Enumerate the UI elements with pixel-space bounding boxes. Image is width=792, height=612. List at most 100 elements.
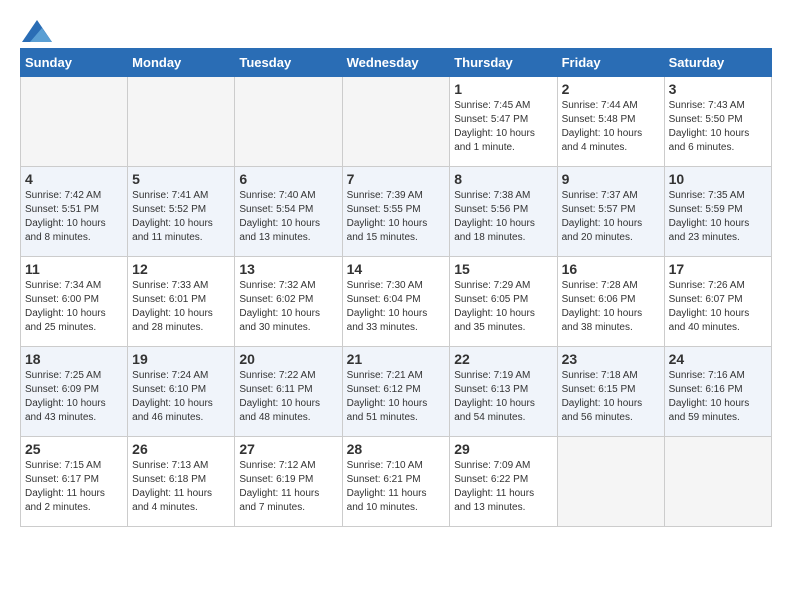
day-number: 29 [454, 441, 552, 457]
day-info: Sunrise: 7:44 AM Sunset: 5:48 PM Dayligh… [562, 99, 660, 155]
calendar-cell: 19 Sunrise: 7:24 AM Sunset: 6:10 PM Dayli… [128, 347, 235, 437]
calendar-cell: 5 Sunrise: 7:41 AM Sunset: 5:52 PM Daylig… [128, 167, 235, 257]
day-info: Sunrise: 7:41 AM Sunset: 5:52 PM Dayligh… [132, 189, 230, 245]
day-number: 19 [132, 351, 230, 367]
day-info: Sunrise: 7:21 AM Sunset: 6:12 PM Dayligh… [347, 369, 446, 425]
day-number: 18 [25, 351, 123, 367]
calendar: SundayMondayTuesdayWednesdayThursdayFrid… [20, 48, 772, 527]
calendar-cell: 8 Sunrise: 7:38 AM Sunset: 5:56 PM Daylig… [450, 167, 557, 257]
day-info: Sunrise: 7:33 AM Sunset: 6:01 PM Dayligh… [132, 279, 230, 335]
calendar-cell: 23Sunrise: 7:18 AM Sunset: 6:15 PM Dayli… [557, 347, 664, 437]
header-thursday: Thursday [450, 49, 557, 77]
calendar-cell: 15 Sunrise: 7:29 AM Sunset: 6:05 PM Dayli… [450, 257, 557, 347]
day-info: Sunrise: 7:34 AM Sunset: 6:00 PM Dayligh… [25, 279, 123, 335]
calendar-cell: 14 Sunrise: 7:30 AM Sunset: 6:04 PM Dayli… [342, 257, 450, 347]
day-number: 13 [239, 261, 337, 277]
logo [20, 20, 52, 38]
day-info: Sunrise: 7:10 AM Sunset: 6:21 PM Dayligh… [347, 459, 446, 515]
header-monday: Monday [128, 49, 235, 77]
header-saturday: Saturday [664, 49, 771, 77]
calendar-cell: 17 Sunrise: 7:26 AM Sunset: 6:07 PM Dayli… [664, 257, 771, 347]
day-number: 12 [132, 261, 230, 277]
calendar-cell: 18 Sunrise: 7:25 AM Sunset: 6:09 PM Dayli… [21, 347, 128, 437]
logo-icon [22, 20, 52, 42]
calendar-cell [128, 77, 235, 167]
day-info: Sunrise: 7:28 AM Sunset: 6:06 PM Dayligh… [562, 279, 660, 335]
day-number: 8 [454, 171, 552, 187]
calendar-cell: 25 Sunrise: 7:15 AM Sunset: 6:17 PM Dayli… [21, 437, 128, 527]
week-row-3: 11 Sunrise: 7:34 AM Sunset: 6:00 PM Dayli… [21, 257, 772, 347]
day-info: Sunrise: 7:40 AM Sunset: 5:54 PM Dayligh… [239, 189, 337, 245]
calendar-cell: 28 Sunrise: 7:10 AM Sunset: 6:21 PM Dayli… [342, 437, 450, 527]
day-info: Sunrise: 7:24 AM Sunset: 6:10 PM Dayligh… [132, 369, 230, 425]
day-info: Sunrise: 7:25 AM Sunset: 6:09 PM Dayligh… [25, 369, 123, 425]
day-number: 17 [669, 261, 767, 277]
day-number: 7 [347, 171, 446, 187]
day-info: Sunrise: 7:18 AM Sunset: 6:15 PM Dayligh… [562, 369, 660, 425]
day-number: 22 [454, 351, 552, 367]
day-number: 21 [347, 351, 446, 367]
day-info: Sunrise: 7:39 AM Sunset: 5:55 PM Dayligh… [347, 189, 446, 245]
calendar-cell: 11 Sunrise: 7:34 AM Sunset: 6:00 PM Dayli… [21, 257, 128, 347]
header-tuesday: Tuesday [235, 49, 342, 77]
day-info: Sunrise: 7:22 AM Sunset: 6:11 PM Dayligh… [239, 369, 337, 425]
day-number: 14 [347, 261, 446, 277]
calendar-cell: 4 Sunrise: 7:42 AM Sunset: 5:51 PM Daylig… [21, 167, 128, 257]
day-info: Sunrise: 7:29 AM Sunset: 6:05 PM Dayligh… [454, 279, 552, 335]
calendar-cell: 10 Sunrise: 7:35 AM Sunset: 5:59 PM Dayli… [664, 167, 771, 257]
day-number: 10 [669, 171, 767, 187]
week-row-4: 18 Sunrise: 7:25 AM Sunset: 6:09 PM Dayli… [21, 347, 772, 437]
calendar-cell: 2Sunrise: 7:44 AM Sunset: 5:48 PM Daylig… [557, 77, 664, 167]
header-friday: Friday [557, 49, 664, 77]
logo-text [20, 20, 52, 42]
day-info: Sunrise: 7:42 AM Sunset: 5:51 PM Dayligh… [25, 189, 123, 245]
day-number: 25 [25, 441, 123, 457]
calendar-cell: 6 Sunrise: 7:40 AM Sunset: 5:54 PM Daylig… [235, 167, 342, 257]
day-number: 26 [132, 441, 230, 457]
week-row-5: 25 Sunrise: 7:15 AM Sunset: 6:17 PM Dayli… [21, 437, 772, 527]
day-number: 9 [562, 171, 660, 187]
calendar-cell: 24 Sunrise: 7:16 AM Sunset: 6:16 PM Dayli… [664, 347, 771, 437]
day-info: Sunrise: 7:16 AM Sunset: 6:16 PM Dayligh… [669, 369, 767, 425]
calendar-cell: 20 Sunrise: 7:22 AM Sunset: 6:11 PM Dayli… [235, 347, 342, 437]
calendar-cell [557, 437, 664, 527]
day-info: Sunrise: 7:09 AM Sunset: 6:22 PM Dayligh… [454, 459, 552, 515]
week-row-1: 1Sunrise: 7:45 AM Sunset: 5:47 PM Daylig… [21, 77, 772, 167]
day-number: 27 [239, 441, 337, 457]
day-number: 15 [454, 261, 552, 277]
day-info: Sunrise: 7:37 AM Sunset: 5:57 PM Dayligh… [562, 189, 660, 245]
calendar-cell: 16 Sunrise: 7:28 AM Sunset: 6:06 PM Dayli… [557, 257, 664, 347]
day-info: Sunrise: 7:26 AM Sunset: 6:07 PM Dayligh… [669, 279, 767, 335]
header-sunday: Sunday [21, 49, 128, 77]
calendar-cell: 9 Sunrise: 7:37 AM Sunset: 5:57 PM Daylig… [557, 167, 664, 257]
day-number: 5 [132, 171, 230, 187]
calendar-cell: 1Sunrise: 7:45 AM Sunset: 5:47 PM Daylig… [450, 77, 557, 167]
day-number: 20 [239, 351, 337, 367]
calendar-cell: 7 Sunrise: 7:39 AM Sunset: 5:55 PM Daylig… [342, 167, 450, 257]
day-info: Sunrise: 7:13 AM Sunset: 6:18 PM Dayligh… [132, 459, 230, 515]
day-info: Sunrise: 7:45 AM Sunset: 5:47 PM Dayligh… [454, 99, 552, 155]
day-number: 11 [25, 261, 123, 277]
day-info: Sunrise: 7:30 AM Sunset: 6:04 PM Dayligh… [347, 279, 446, 335]
calendar-cell: 3 Sunrise: 7:43 AM Sunset: 5:50 PM Daylig… [664, 77, 771, 167]
day-info: Sunrise: 7:38 AM Sunset: 5:56 PM Dayligh… [454, 189, 552, 245]
day-number: 3 [669, 81, 767, 97]
calendar-cell: 29 Sunrise: 7:09 AM Sunset: 6:22 PM Dayli… [450, 437, 557, 527]
page-header [20, 20, 772, 38]
day-number: 4 [25, 171, 123, 187]
day-number: 6 [239, 171, 337, 187]
day-number: 16 [562, 261, 660, 277]
day-info: Sunrise: 7:43 AM Sunset: 5:50 PM Dayligh… [669, 99, 767, 155]
week-row-2: 4 Sunrise: 7:42 AM Sunset: 5:51 PM Daylig… [21, 167, 772, 257]
day-info: Sunrise: 7:15 AM Sunset: 6:17 PM Dayligh… [25, 459, 123, 515]
calendar-cell: 27Sunrise: 7:12 AM Sunset: 6:19 PM Dayli… [235, 437, 342, 527]
calendar-header-row: SundayMondayTuesdayWednesdayThursdayFrid… [21, 49, 772, 77]
day-number: 24 [669, 351, 767, 367]
calendar-cell: 12 Sunrise: 7:33 AM Sunset: 6:01 PM Dayli… [128, 257, 235, 347]
day-info: Sunrise: 7:32 AM Sunset: 6:02 PM Dayligh… [239, 279, 337, 335]
day-number: 28 [347, 441, 446, 457]
calendar-cell: 26 Sunrise: 7:13 AM Sunset: 6:18 PM Dayli… [128, 437, 235, 527]
calendar-cell [342, 77, 450, 167]
calendar-cell: 21 Sunrise: 7:21 AM Sunset: 6:12 PM Dayli… [342, 347, 450, 437]
day-info: Sunrise: 7:35 AM Sunset: 5:59 PM Dayligh… [669, 189, 767, 245]
